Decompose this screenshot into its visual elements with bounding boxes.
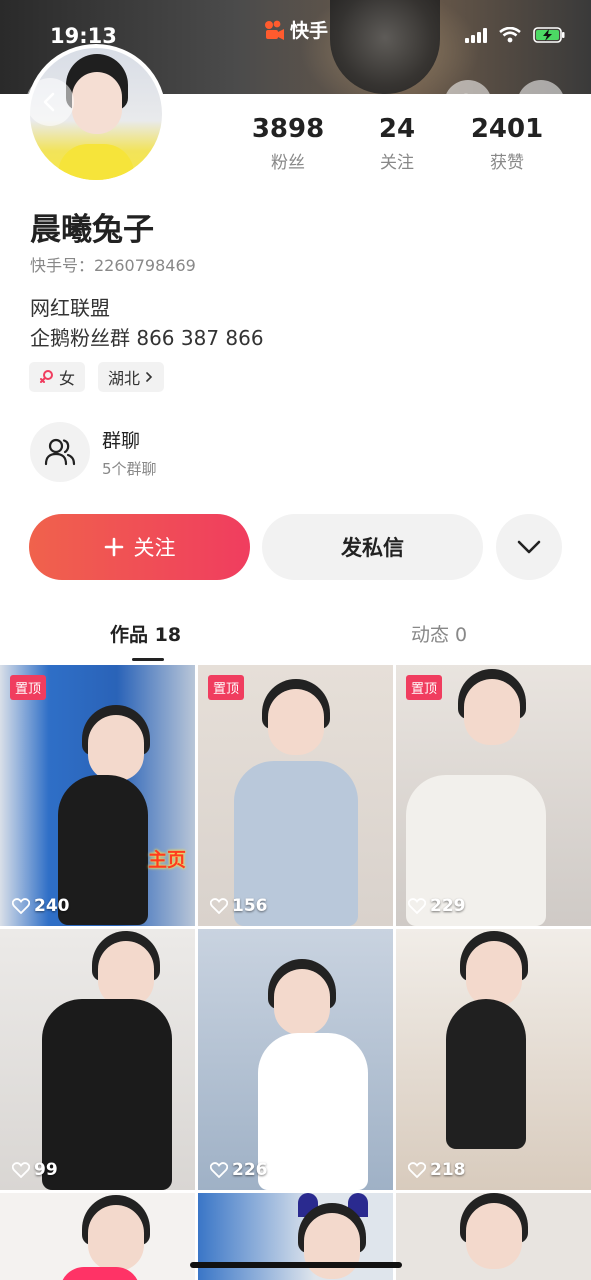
group-chat-count: 5个群聊 <box>102 460 157 478</box>
stat-followers[interactable]: 3898 粉丝 <box>233 114 343 173</box>
wifi-icon <box>499 27 521 43</box>
expand-button[interactable] <box>496 514 562 580</box>
chevron-right-icon <box>146 372 153 382</box>
work-item[interactable]: 主页 置顶 240 <box>0 665 195 926</box>
likes-number: 99 <box>34 1160 58 1180</box>
chevron-down-icon <box>517 540 541 554</box>
plus-icon <box>104 537 123 557</box>
likes-count: 226 <box>210 1160 268 1180</box>
message-label: 发私信 <box>341 536 404 560</box>
tab-works[interactable]: 作品 18 <box>110 620 181 647</box>
signal-icon <box>465 27 487 43</box>
group-users-icon <box>44 438 76 466</box>
heart-icon <box>210 1162 228 1178</box>
gender-label: 女 <box>59 369 76 388</box>
gender-tag: 女 <box>29 362 86 392</box>
search-icon <box>457 93 479 115</box>
kuaishou-id[interactable]: 快手号：2260798469 <box>30 252 196 276</box>
likes-number: 229 <box>430 896 466 916</box>
bio-line-2: 企鹅粉丝群 866 387 866 <box>30 326 264 350</box>
location-tag[interactable]: 湖北 <box>98 362 165 392</box>
bio-line-1: 网红联盟 <box>30 296 110 320</box>
stat-following[interactable]: 24 关注 <box>342 114 452 173</box>
stat-label: 获赞 <box>490 153 524 173</box>
tab-indicator <box>132 658 164 661</box>
pinned-badge: 置顶 <box>406 675 443 700</box>
home-indicator[interactable] <box>190 1262 402 1268</box>
work-item[interactable]: 置顶 156 <box>198 665 393 926</box>
stat-label: 关注 <box>380 153 414 173</box>
homepage-overlay-text: 主页 <box>148 849 187 871</box>
back-button[interactable] <box>26 78 74 126</box>
battery-charging-icon <box>533 27 565 43</box>
work-item[interactable] <box>396 1193 591 1280</box>
location-label: 湖北 <box>108 369 141 388</box>
likes-count: 240 <box>12 896 70 916</box>
more-dots-icon <box>529 101 553 107</box>
likes-number: 156 <box>232 896 268 916</box>
tab-moments[interactable]: 动态 0 <box>411 620 467 647</box>
likes-count: 99 <box>12 1160 58 1180</box>
work-item[interactable]: 置顶 229 <box>396 665 591 926</box>
work-item[interactable]: 99 <box>0 929 195 1190</box>
likes-number: 226 <box>232 1160 268 1180</box>
status-icons <box>465 27 565 43</box>
message-button[interactable]: 发私信 <box>262 514 483 580</box>
stat-likes[interactable]: 2401 获赞 <box>452 114 562 173</box>
group-chat-title[interactable]: 群聊 <box>102 426 140 453</box>
work-item[interactable]: 218 <box>396 929 591 1190</box>
stat-number: 24 <box>378 114 416 144</box>
likes-number: 218 <box>430 1160 466 1180</box>
likes-count: 229 <box>408 896 466 916</box>
likes-number: 240 <box>34 896 70 916</box>
kuaishou-logo-icon <box>265 20 284 40</box>
chevron-left-icon <box>43 92 55 112</box>
work-item[interactable]: 226 <box>198 929 393 1190</box>
likes-count: 156 <box>210 896 268 916</box>
group-chat-button[interactable] <box>30 422 90 482</box>
stat-number: 3898 <box>251 114 325 144</box>
heart-icon <box>408 898 426 914</box>
pinned-badge: 置顶 <box>208 675 245 700</box>
stat-label: 粉丝 <box>271 153 305 173</box>
follow-label: 关注 <box>133 536 176 560</box>
app-name: 快手 <box>290 20 329 42</box>
likes-count: 218 <box>408 1160 466 1180</box>
app-logo: 快手 <box>262 16 328 43</box>
heart-icon <box>210 898 228 914</box>
heart-icon <box>12 1162 30 1178</box>
work-item[interactable] <box>0 1193 195 1280</box>
heart-icon <box>408 1162 426 1178</box>
pinned-badge: 置顶 <box>10 675 47 700</box>
profile-name: 晨曦兔子 <box>30 212 154 248</box>
follow-button[interactable]: 关注 <box>29 514 250 580</box>
stat-number: 2401 <box>470 114 544 144</box>
heart-icon <box>12 898 30 914</box>
female-icon <box>40 370 53 383</box>
